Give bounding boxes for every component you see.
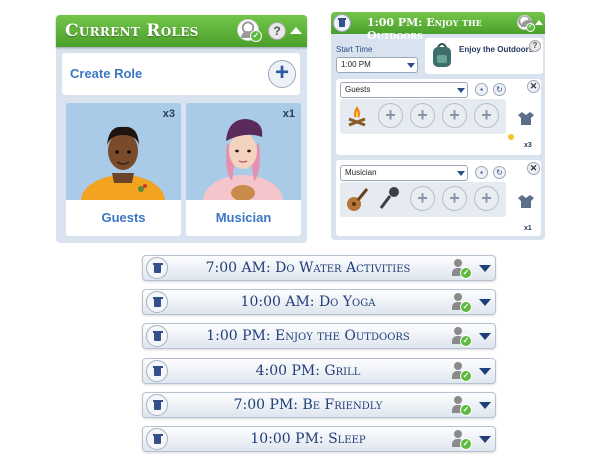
campfire-icon xyxy=(348,106,366,127)
role-card-musician[interactable]: x1 Musician xyxy=(186,103,301,236)
role-sim-count: x3 xyxy=(524,142,532,149)
add-sim-slot[interactable]: + xyxy=(474,103,499,128)
schedule-row[interactable]: 1:00 PM: Enjoy the Outdoors ✓ xyxy=(142,323,496,349)
trash-icon[interactable] xyxy=(146,291,168,313)
role-block-guests: Guests ▪ ↻ ✕ + + + + x3 xyxy=(336,79,541,155)
schedule-label: 1:00 PM: Enjoy the Outdoors xyxy=(206,328,410,344)
role-dropdown[interactable]: Musician xyxy=(340,165,468,181)
schedule-label: 7:00 AM: Do Water Activities xyxy=(205,260,411,276)
start-time-label: Start Time xyxy=(336,45,373,54)
add-sim-slot[interactable]: + xyxy=(442,103,467,128)
save-icon[interactable]: ▪ xyxy=(475,166,488,179)
add-sim-slot[interactable]: + xyxy=(442,186,467,211)
chevron-down-icon[interactable] xyxy=(479,368,491,375)
slot-well: + + + + xyxy=(340,99,506,134)
trash-icon[interactable] xyxy=(333,14,351,32)
close-icon[interactable]: ✕ xyxy=(527,162,540,175)
role-count-badge: x3 xyxy=(162,108,175,120)
check-icon: ✓ xyxy=(460,301,472,313)
schedule-row[interactable]: 7:00 PM: Be Friendly ✓ xyxy=(142,392,496,418)
role-block-musician: Musician ▪ ↻ ✕ + + + x1 xyxy=(336,160,541,236)
schedule-label: 4:00 PM: Grill xyxy=(255,363,361,379)
role-sim-count: x1 xyxy=(524,225,532,232)
slot-well: + + + xyxy=(340,182,506,217)
role-name-guests: Guests xyxy=(101,210,146,225)
add-sim-slot[interactable]: + xyxy=(410,103,435,128)
schedule-label: 7:00 PM: Be Friendly xyxy=(233,397,383,413)
activity-box: Enjoy the Outdoors ? xyxy=(425,38,543,74)
check-icon: ✓ xyxy=(460,404,472,416)
star-icon xyxy=(508,134,514,140)
trash-icon[interactable] xyxy=(146,394,168,416)
collapse-arrow-icon[interactable] xyxy=(290,27,302,34)
add-sim-slot[interactable]: + xyxy=(378,103,403,128)
chevron-down-icon xyxy=(457,171,465,176)
guitar-icon xyxy=(347,188,369,211)
plus-icon[interactable]: + xyxy=(268,60,296,88)
collapse-arrow-icon[interactable] xyxy=(535,20,543,25)
role-name-musician: Musician xyxy=(215,210,272,225)
trash-icon[interactable] xyxy=(146,257,168,279)
save-icon[interactable]: ▪ xyxy=(475,83,488,96)
role-count-badge: x1 xyxy=(282,108,295,120)
check-icon: ✓ xyxy=(460,335,472,347)
chevron-down-icon[interactable] xyxy=(479,402,491,409)
schedule-label: 10:00 PM: Sleep xyxy=(250,431,366,447)
schedule-row[interactable]: 10:00 AM: Do Yoga ✓ xyxy=(142,289,496,315)
outfit-icon[interactable] xyxy=(517,109,535,127)
refresh-icon[interactable]: ↻ xyxy=(493,166,506,179)
role-card-guests[interactable]: x3 Guests xyxy=(66,103,181,236)
refresh-icon[interactable]: ↻ xyxy=(493,83,506,96)
outfit-icon[interactable] xyxy=(517,192,535,210)
activity-name: Enjoy the Outdoors xyxy=(459,45,534,54)
schedule-label: 10:00 AM: Do Yoga xyxy=(240,294,376,310)
current-roles-header: Current Roles ✓ ? xyxy=(56,15,307,47)
chevron-down-icon[interactable] xyxy=(479,333,491,340)
role-dropdown-value: Musician xyxy=(345,168,377,177)
microphone-icon xyxy=(379,187,399,209)
create-role-row[interactable]: Create Role + xyxy=(62,53,300,95)
chevron-down-icon xyxy=(457,88,465,93)
close-icon[interactable]: ✕ xyxy=(527,80,540,93)
role-dropdown-value: Guests xyxy=(345,85,371,94)
help-button[interactable]: ? xyxy=(529,40,541,52)
schedule-row[interactable]: 10:00 PM: Sleep ✓ xyxy=(142,426,496,452)
chevron-down-icon[interactable] xyxy=(479,299,491,306)
chevron-down-icon[interactable] xyxy=(479,265,491,272)
check-icon: ✓ xyxy=(460,267,472,279)
add-sim-slot[interactable]: + xyxy=(410,186,435,211)
check-icon: ✓ xyxy=(460,438,472,450)
start-time-dropdown[interactable]: 1:00 PM xyxy=(336,57,418,73)
check-icon: ✓ xyxy=(460,370,472,382)
schedule-row[interactable]: 7:00 AM: Do Water Activities ✓ xyxy=(142,255,496,281)
trash-icon[interactable] xyxy=(146,360,168,382)
start-time-value: 1:00 PM xyxy=(341,60,371,69)
event-detail-header: 1:00 PM: Enjoy the Outdoors ✓ xyxy=(331,12,545,42)
schedule-row[interactable]: 4:00 PM: Grill ✓ xyxy=(142,358,496,384)
check-icon: ✓ xyxy=(526,23,535,32)
add-sim-slot[interactable]: + xyxy=(474,186,499,211)
check-icon: ✓ xyxy=(250,30,262,42)
chevron-down-icon[interactable] xyxy=(479,436,491,443)
current-roles-title: Current Roles xyxy=(65,21,199,41)
trash-icon[interactable] xyxy=(146,428,168,450)
create-role-label: Create Role xyxy=(70,66,143,81)
backpack-icon xyxy=(433,43,451,67)
chevron-down-icon xyxy=(407,63,415,68)
help-button[interactable]: ? xyxy=(268,22,286,40)
trash-icon[interactable] xyxy=(146,325,168,347)
role-dropdown[interactable]: Guests xyxy=(340,82,468,98)
